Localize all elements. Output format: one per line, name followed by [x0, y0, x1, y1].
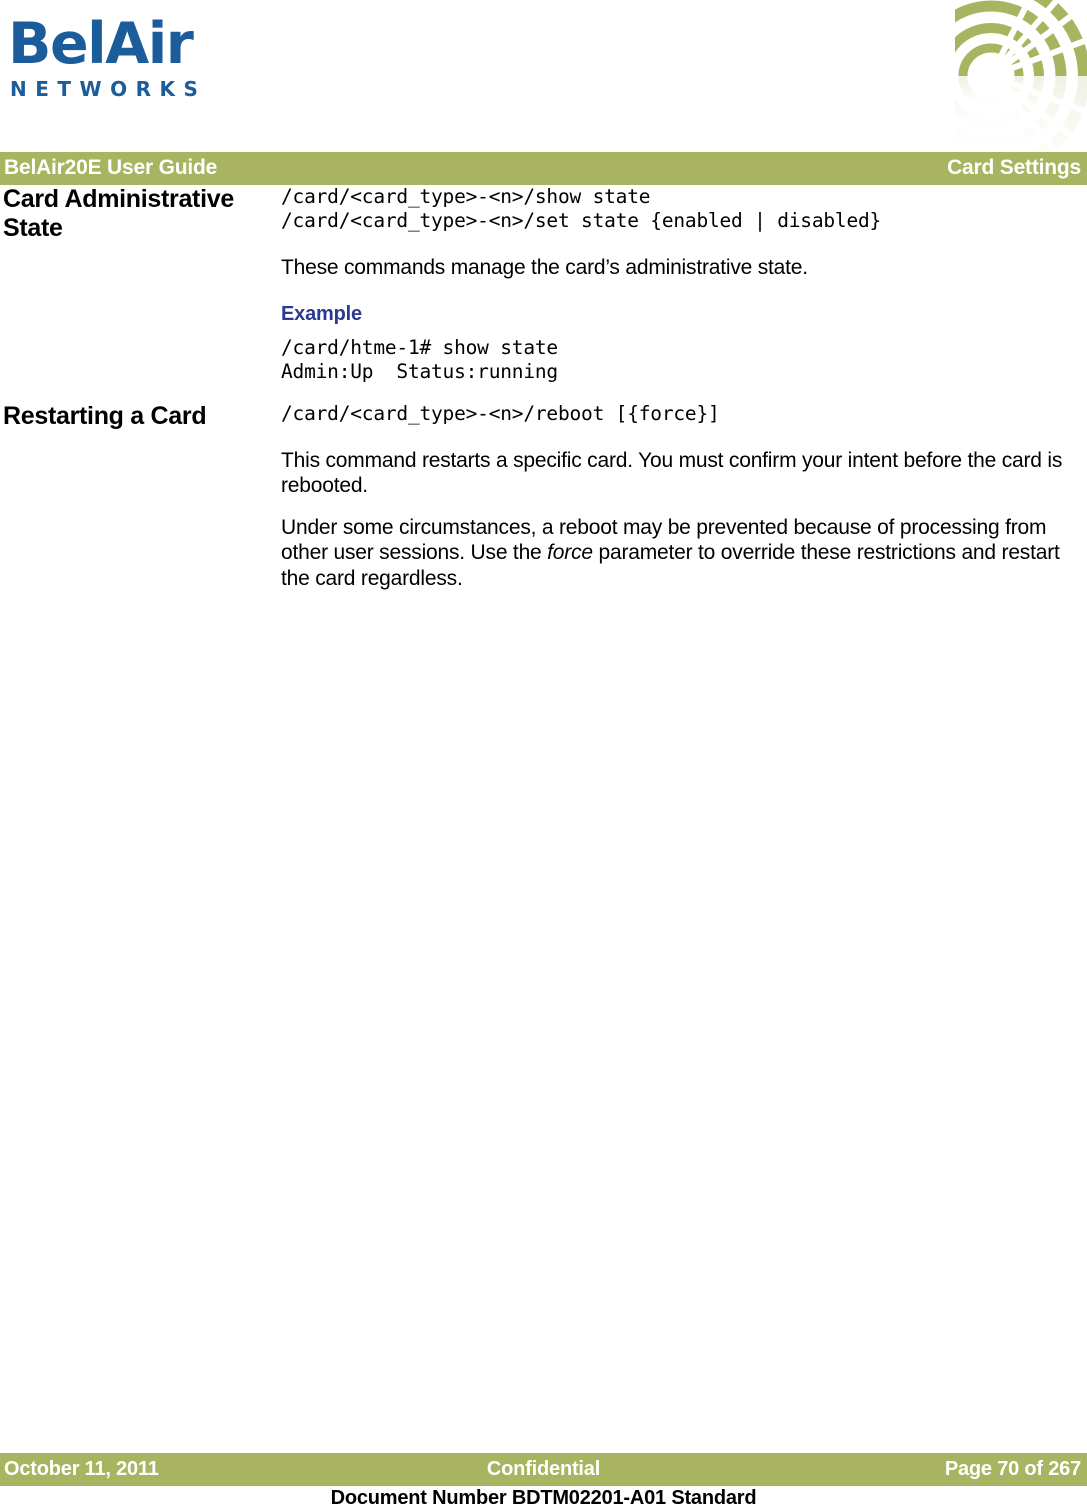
belair-networks-logo: BelAir NETWORKS [8, 14, 208, 106]
section-heading: Card Administrative State [3, 185, 234, 242]
footer-page-number: Page 70 of 267 [944, 1458, 1081, 1480]
force-parameter-emphasis: force [547, 541, 593, 564]
section-body: /card/<card_type>-<n>/reboot [{force}] T… [281, 402, 1081, 592]
example-code-block: /card/htme-1# show state Admin:Up Status… [281, 335, 558, 383]
footer-classification: Confidential [486, 1458, 601, 1480]
section-body: /card/<card_type>-<n>/show state /card/<… [281, 185, 1081, 384]
running-header: BelAir20E User Guide Card Settings [0, 152, 1087, 185]
command-syntax-block: /card/<card_type>-<n>/show state /card/<… [281, 185, 882, 232]
page-content: Card Administrative State /card/<card_ty… [0, 185, 1087, 591]
section-restarting-a-card: Restarting a Card /card/<card_type>-<n>/… [0, 402, 1087, 592]
section-description: These commands manage the card’s adminis… [281, 256, 808, 279]
footer-document-number: Document Number BDTM02201-A01 Standard [330, 1487, 757, 1509]
logo-wordmark: BelAir [8, 11, 194, 77]
signal-waves-arc-icon [955, 0, 1087, 152]
page-masthead: BelAir NETWORKS [0, 0, 1087, 152]
logo-subwordmark: NETWORKS [10, 77, 207, 101]
running-footer: October 11, 2011 Confidential Page 70 of… [0, 1453, 1087, 1486]
example-heading: Example [281, 302, 362, 325]
section-paragraph-2: Under some circumstances, a reboot may b… [281, 515, 1081, 592]
command-syntax-block: /card/<card_type>-<n>/reboot [{force}] [281, 401, 720, 425]
section-heading: Restarting a Card [3, 401, 207, 430]
section-paragraph-1: This command restarts a specific card. Y… [281, 448, 1063, 498]
header-document-title: BelAir20E User Guide [4, 156, 218, 179]
section-card-administrative-state: Card Administrative State /card/<card_ty… [0, 185, 1087, 384]
header-chapter-title: Card Settings [947, 156, 1081, 179]
